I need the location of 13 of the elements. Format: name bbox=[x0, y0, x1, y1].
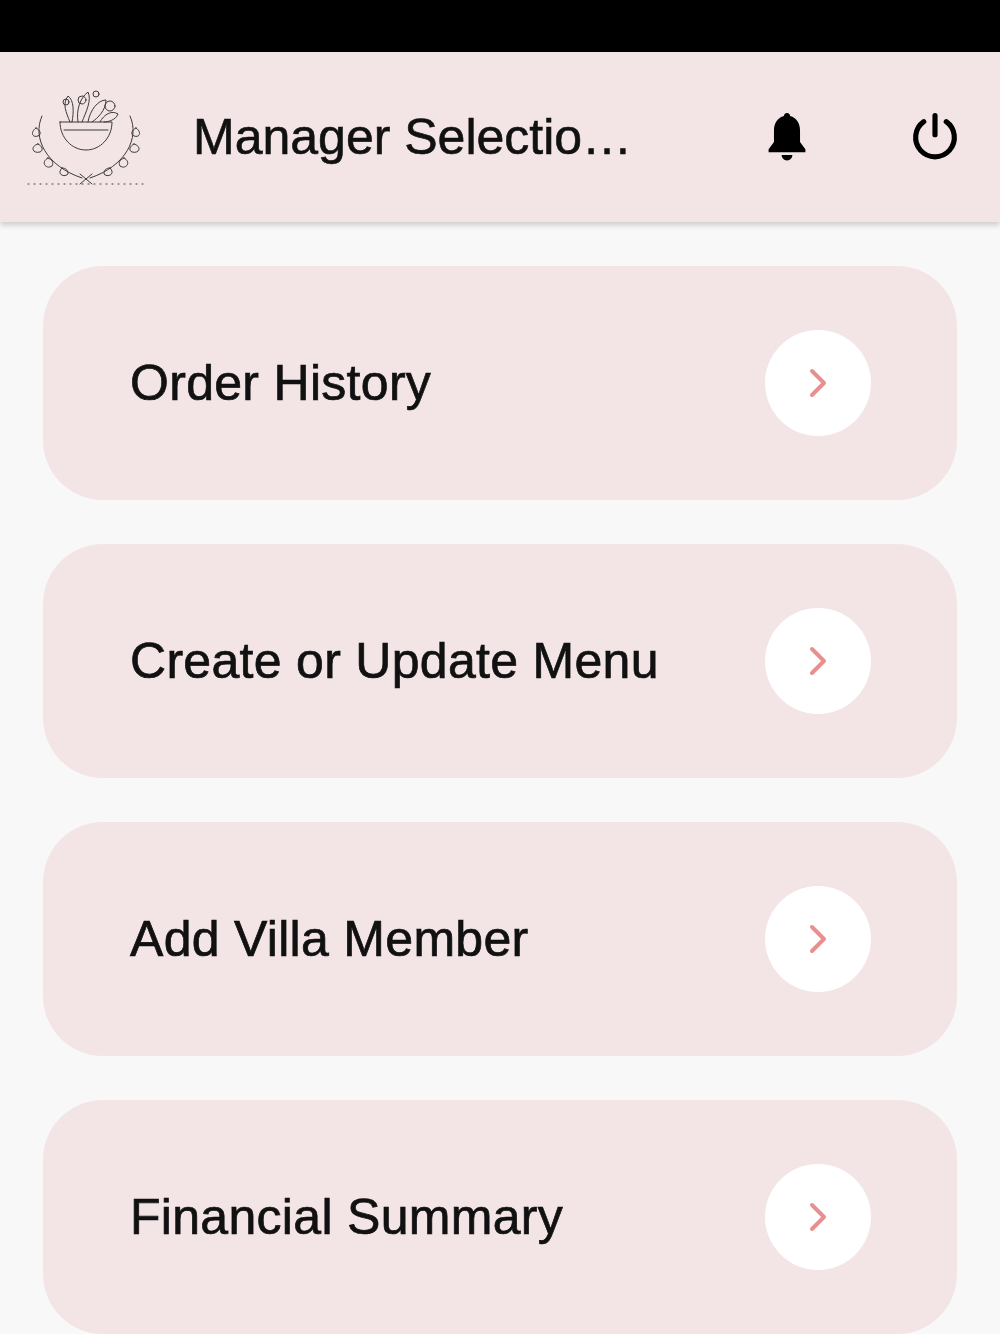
menu-label: Financial Summary bbox=[130, 1188, 563, 1246]
chevron-right-icon bbox=[809, 1202, 827, 1232]
menu-label: Create or Update Menu bbox=[130, 632, 659, 690]
page-title: Manager Selectio… bbox=[193, 108, 634, 166]
chevron-right-icon bbox=[809, 924, 827, 954]
menu-label: Add Villa Member bbox=[130, 910, 529, 968]
chevron-right-icon bbox=[809, 368, 827, 398]
menu-card[interactable]: Add Villa Member bbox=[43, 822, 957, 1056]
menu-card[interactable]: Create or Update Menu bbox=[43, 544, 957, 778]
menu-label: Order History bbox=[130, 354, 432, 412]
menu-card[interactable]: Financial Summary bbox=[43, 1100, 957, 1334]
chevron-right-icon bbox=[809, 646, 827, 676]
menu-card[interactable]: Order History bbox=[43, 266, 957, 500]
